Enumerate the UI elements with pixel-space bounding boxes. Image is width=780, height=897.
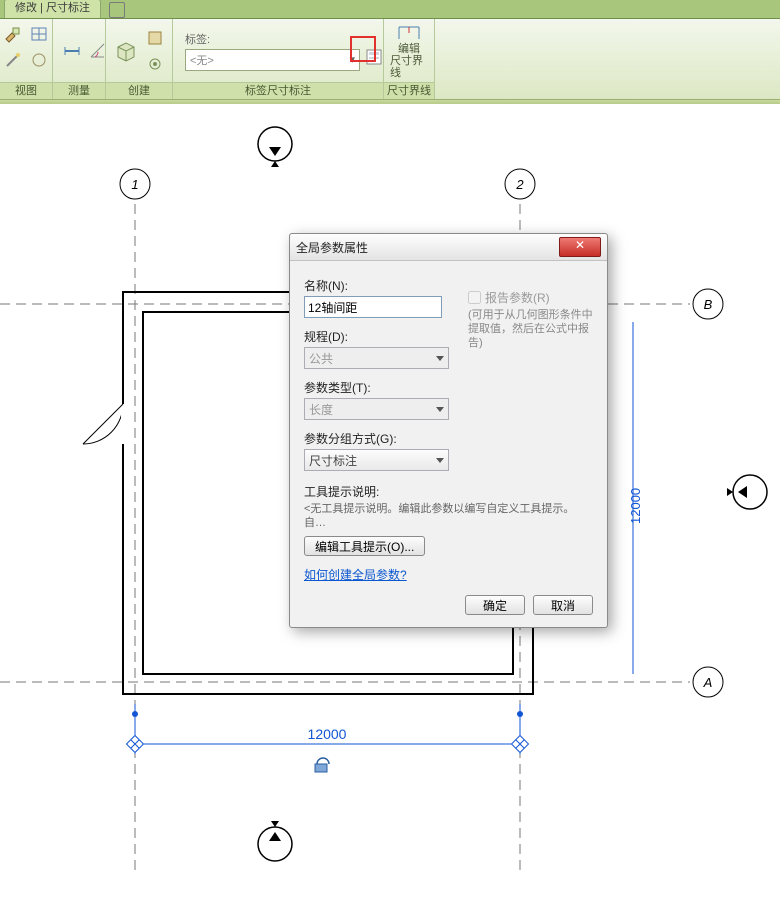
cancel-button[interactable]: 取消 bbox=[533, 595, 593, 615]
name-label: 名称(N): bbox=[304, 277, 454, 294]
grid-bubble-B: B bbox=[704, 297, 713, 312]
create-global-param-button[interactable] bbox=[364, 45, 384, 69]
ribbon-group-create-label: 创建 bbox=[106, 82, 172, 99]
witness-line-icon bbox=[395, 23, 423, 43]
grid-bubble-2: 2 bbox=[515, 177, 524, 192]
ribbon-group-dimlabel-body: 标签: <无> ▾ bbox=[173, 19, 383, 82]
discipline-value: 公共 bbox=[309, 350, 333, 367]
chevron-down-icon bbox=[436, 407, 444, 412]
create-small2-icon[interactable] bbox=[143, 52, 167, 76]
discipline-select: 公共 bbox=[304, 347, 449, 369]
create-small1-icon[interactable] bbox=[143, 26, 167, 50]
chevron-down-icon: ▾ bbox=[349, 53, 355, 66]
ok-button[interactable]: 确定 bbox=[465, 595, 525, 615]
ribbon-group-witness-label: 尺寸界线 bbox=[384, 82, 434, 99]
dim-horizontal[interactable]: 12000 bbox=[308, 726, 347, 742]
tooltip-label: 工具提示说明: bbox=[304, 483, 593, 500]
dim-vertical: 12000 bbox=[628, 488, 643, 524]
dimlabel-caption: 标签: bbox=[185, 31, 360, 47]
grid-bubble-1: 1 bbox=[131, 177, 138, 192]
grid-bubble-A: A bbox=[703, 675, 713, 690]
lock-icon[interactable] bbox=[315, 758, 329, 772]
view-brush-icon[interactable] bbox=[1, 22, 25, 46]
report-label: 报告参数(R) bbox=[485, 289, 550, 306]
chevron-down-icon bbox=[436, 356, 444, 361]
ribbon-group-create-body bbox=[106, 19, 172, 82]
dimlabel-value: <无> bbox=[190, 52, 214, 68]
tooltip-hint: <无工具提示说明。编辑此参数以编写自定义工具提示。自… bbox=[304, 502, 593, 530]
chevron-down-icon bbox=[436, 458, 444, 463]
group-value: 尺寸标注 bbox=[309, 452, 357, 469]
type-value: 长度 bbox=[309, 401, 333, 418]
close-button[interactable]: ✕ bbox=[559, 237, 601, 257]
discipline-label: 规程(D): bbox=[304, 328, 454, 345]
tab-modify-dimension[interactable]: 修改 | 尺寸标注 bbox=[4, 0, 101, 18]
ribbon-group-dimlabel-label: 标签尺寸标注 bbox=[173, 82, 383, 99]
view-misc-icon[interactable] bbox=[27, 48, 51, 72]
dialog-title: 全局参数属性 bbox=[296, 239, 368, 256]
dimlabel-combo[interactable]: <无> ▾ bbox=[185, 49, 360, 71]
create-box-icon[interactable] bbox=[113, 36, 141, 66]
view-wand-icon[interactable] bbox=[1, 48, 25, 72]
edit-tooltip-button[interactable]: 编辑工具提示(O)... bbox=[304, 536, 425, 556]
report-checkbox-row[interactable]: 报告参数(R) bbox=[468, 289, 593, 306]
view-grid-icon[interactable] bbox=[27, 22, 51, 46]
witness-btn-l2: 尺寸界线 bbox=[390, 55, 428, 79]
global-param-dialog: 全局参数属性 ✕ 名称(N): 规程(D): 公共 参数类型(T): 长度 参数… bbox=[289, 233, 608, 628]
group-label: 参数分组方式(G): bbox=[304, 430, 454, 447]
type-select: 长度 bbox=[304, 398, 449, 420]
ribbon-group-view-label: 视图 bbox=[0, 82, 52, 99]
ribbon-group-witness-body[interactable]: 编辑 尺寸界线 bbox=[384, 19, 434, 82]
measure-dim-icon[interactable] bbox=[60, 39, 84, 63]
report-hint: (可用于从几何图形条件中提取值，然后在公式中报告) bbox=[468, 308, 593, 350]
dialog-titlebar[interactable]: 全局参数属性 ✕ bbox=[290, 234, 607, 261]
report-checkbox bbox=[468, 291, 481, 304]
ribbon-group-view-body bbox=[0, 19, 52, 82]
ribbon-group-measure-label: 测量 bbox=[53, 82, 105, 99]
type-label: 参数类型(T): bbox=[304, 379, 454, 396]
panel-options-icon[interactable] bbox=[109, 2, 125, 18]
ribbon: 视图 测量 bbox=[0, 19, 780, 100]
help-link[interactable]: 如何创建全局参数? bbox=[304, 568, 407, 582]
name-input[interactable] bbox=[304, 296, 442, 318]
group-select[interactable]: 尺寸标注 bbox=[304, 449, 449, 471]
ribbon-group-measure-body bbox=[53, 19, 105, 82]
witness-btn-l1: 编辑 bbox=[398, 43, 420, 55]
tab-strip: 修改 | 尺寸标注 bbox=[0, 0, 780, 19]
